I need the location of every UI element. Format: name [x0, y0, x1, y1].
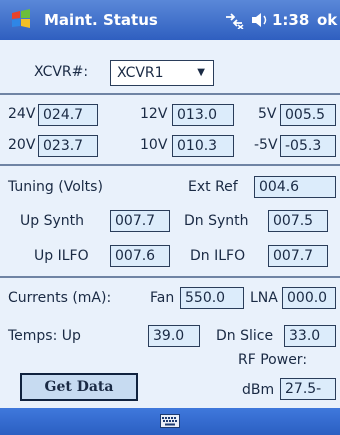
- dn-ilfo-label: Dn ILFO: [190, 248, 246, 264]
- vm5-label: -5V: [254, 137, 278, 153]
- up-synth-field[interactable]: 007.7: [110, 210, 170, 232]
- up-synth-label: Up Synth: [20, 213, 84, 229]
- dn-slice-label: Dn Slice: [216, 328, 274, 344]
- xcvr-select[interactable]: XCVR1 ▼: [110, 60, 214, 86]
- xcvr-value: XCVR1: [117, 65, 164, 81]
- bottom-bar: [0, 408, 340, 435]
- v10-field[interactable]: 010.3: [172, 135, 234, 157]
- up-ilfo-field[interactable]: 007.6: [110, 245, 170, 267]
- v10-label: 10V: [140, 137, 168, 153]
- clock: 1:38: [272, 11, 310, 29]
- fan-label: Fan: [150, 290, 175, 306]
- v12-label: 12V: [140, 106, 168, 122]
- divider: [0, 93, 340, 95]
- ext-ref-field[interactable]: 004.6: [254, 176, 336, 198]
- lna-field[interactable]: 000.0: [282, 287, 336, 309]
- temp-up-field[interactable]: 39.0: [148, 325, 200, 347]
- v12-field[interactable]: 013.0: [172, 104, 234, 126]
- rf-power-field[interactable]: 27.5-: [280, 378, 336, 400]
- rf-unit-label: dBm: [242, 382, 275, 398]
- xcvr-label: XCVR#:: [34, 64, 89, 80]
- rf-power-label: RF Power:: [238, 352, 308, 368]
- divider: [0, 164, 340, 166]
- ok-button[interactable]: ok: [317, 11, 337, 29]
- dn-synth-field[interactable]: 007.5: [268, 210, 328, 232]
- vm5-field[interactable]: -05.3: [280, 135, 336, 157]
- volume-icon[interactable]: [250, 11, 270, 29]
- keyboard-icon[interactable]: [160, 414, 180, 428]
- v20-label: 20V: [8, 137, 36, 153]
- temps-label: Temps: Up: [8, 328, 81, 344]
- ext-ref-label: Ext Ref: [188, 179, 238, 195]
- chevron-down-icon: ▼: [197, 67, 205, 78]
- dn-synth-label: Dn Synth: [184, 213, 249, 229]
- title-bar: Maint. Status 1:38 ok: [0, 0, 340, 40]
- temp-dn-field[interactable]: 33.0: [284, 325, 336, 347]
- divider: [0, 276, 340, 278]
- v20-field[interactable]: 023.7: [38, 135, 98, 157]
- lna-label: LNA: [250, 290, 278, 306]
- window-title: Maint. Status: [44, 11, 158, 29]
- v24-label: 24V: [8, 106, 36, 122]
- fan-field[interactable]: 550.0: [180, 287, 244, 309]
- v5-field[interactable]: 005.5: [280, 104, 336, 126]
- tuning-label: Tuning (Volts): [8, 179, 103, 195]
- currents-label: Currents (mA):: [8, 290, 112, 306]
- windows-start-icon[interactable]: [10, 8, 32, 30]
- v24-field[interactable]: 024.7: [38, 104, 98, 126]
- get-data-button[interactable]: Get Data: [20, 373, 138, 401]
- v5-label: 5V: [258, 106, 277, 122]
- connectivity-icon[interactable]: [224, 11, 244, 29]
- up-ilfo-label: Up ILFO: [34, 248, 89, 264]
- dn-ilfo-field[interactable]: 007.7: [268, 245, 328, 267]
